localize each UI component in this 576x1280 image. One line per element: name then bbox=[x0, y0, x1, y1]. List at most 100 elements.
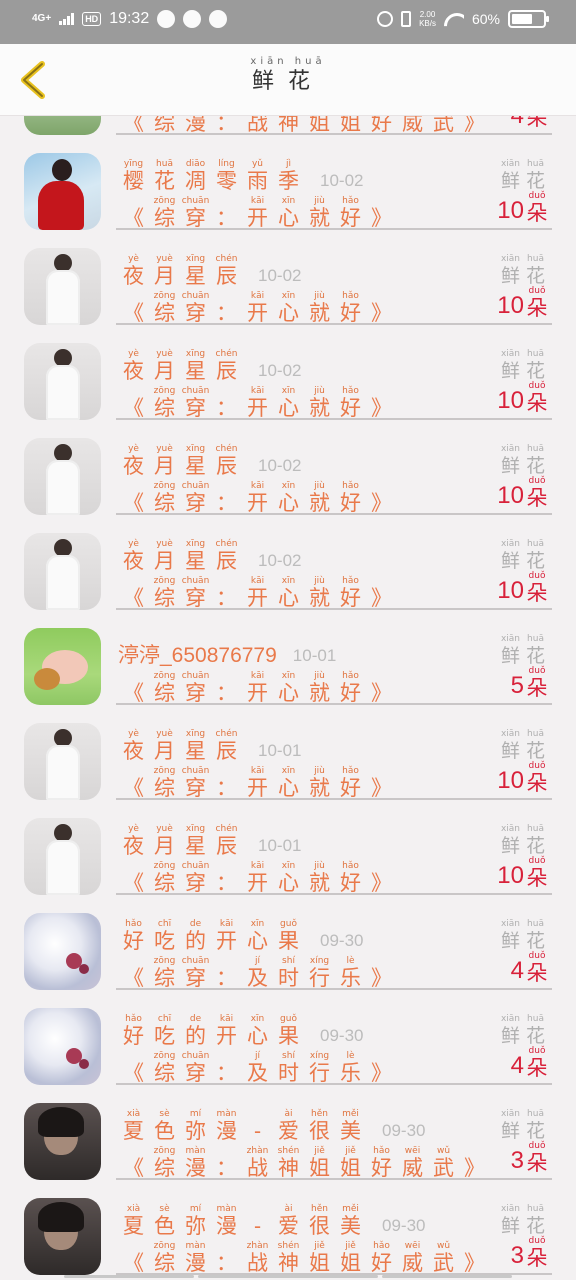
flower-record-list[interactable]: 《zōng综màn漫：zhàn战shén神jiě姐jiě姐hǎo好wēi威wǔ武… bbox=[0, 116, 576, 1280]
flower-label-char: huā 花 bbox=[523, 729, 548, 763]
sender-name-char: líng 零 bbox=[211, 159, 242, 193]
sender-name-char: chén 辰 bbox=[211, 729, 242, 763]
sender-name-pinyin: sè bbox=[159, 1109, 170, 1119]
book-title-pinyin: chuān bbox=[181, 861, 210, 871]
flower-unit-hanzi: 朵 bbox=[526, 391, 548, 415]
sender-name-pinyin: yuè bbox=[156, 824, 173, 834]
list-item[interactable]: yè 夜 yuè 月 xīng 星 chén 辰 10-02 《 zōng 综 chuān 穿： kāi 开 x… bbox=[0, 325, 576, 420]
avatar[interactable] bbox=[24, 248, 101, 325]
book-title-hanzi: 》 bbox=[371, 586, 392, 610]
flower-label-hanzi: 鲜 bbox=[500, 550, 520, 572]
list-item[interactable]: 渟渟_650876779 10-01 《 zōng 综 chuān 穿： kāi 开 xīn 心 ji… bbox=[0, 610, 576, 705]
avatar[interactable] bbox=[24, 628, 101, 705]
list-item[interactable]: yè 夜 yuè 月 xīng 星 chén 辰 10-01 《 zōng 综 chuān 穿： kāi 开 x… bbox=[0, 705, 576, 800]
book-title[interactable]: 《 zōng 综 chuān 穿： kāi 开 xīn 心 jiù 就 hǎo 好》 bbox=[118, 576, 397, 610]
avatar[interactable] bbox=[24, 723, 101, 800]
sender-name-char: huā 花 bbox=[149, 159, 180, 193]
book-title-pinyin: kāi bbox=[250, 481, 265, 491]
book-title-hanzi: 心 bbox=[278, 396, 299, 420]
list-item[interactable]: xià 夏 sè 色 mí 弥 màn 漫 - ài 爱 hěn 很 měi 美 09-30 《 zōng 综 màn… bbox=[0, 1180, 576, 1275]
book-title[interactable]: 《 zōng 综 chuān 穿： kāi 开 xīn 心 jiù 就 hǎo 好》 bbox=[118, 196, 397, 230]
avatar[interactable] bbox=[24, 818, 101, 895]
book-title[interactable]: 《 zōng 综 chuān 穿： kāi 开 xīn 心 jiù 就 hǎo 好》 bbox=[118, 766, 397, 800]
battery-fill bbox=[512, 14, 533, 24]
sender-name-char: yuè 月 bbox=[149, 444, 180, 478]
list-item[interactable]: yè 夜 yuè 月 xīng 星 chén 辰 10-01 《 zōng 综 chuān 穿： kāi 开 x… bbox=[0, 800, 576, 895]
list-item[interactable]: hǎo 好 chī 吃 de 的 kāi 开 xīn 心 guǒ 果 09-30 《 zōng 综 chuān 穿… bbox=[0, 895, 576, 990]
sender-line: yīng 樱 huā 花 diāo 凋 líng 零 yǔ 雨 jì 季 10-02 bbox=[118, 159, 363, 193]
sender-name-pinyin: yuè bbox=[156, 254, 173, 264]
sender-name-char: xīng 星 bbox=[180, 729, 211, 763]
avatar[interactable] bbox=[24, 116, 101, 135]
book-title-hanzi: 《 bbox=[123, 206, 144, 230]
book-title-char: jiù 就 bbox=[304, 576, 335, 610]
list-item[interactable]: xià 夏 sè 色 mí 弥 màn 漫 - ài 爱 hěn 很 měi 美 09-30 《 zōng 综 màn… bbox=[0, 1085, 576, 1180]
book-title-hanzi: 综 bbox=[154, 1061, 175, 1085]
book-title[interactable]: 《 zōng 综 chuān 穿： kāi 开 xīn 心 jiù 就 hǎo 好》 bbox=[118, 291, 397, 325]
book-title-hanzi: 》 bbox=[464, 1156, 485, 1180]
sender-name-hanzi: 果 bbox=[278, 1024, 299, 1048]
page-title: xiān huā 鲜花 bbox=[0, 56, 576, 96]
flower-unit-pinyin: duǒ bbox=[528, 761, 546, 771]
list-item[interactable]: 《zōng综màn漫：zhàn战shén神jiě姐jiě姐hǎo好wēi威wǔ武… bbox=[0, 116, 576, 135]
sender-name-char: kāi 开 bbox=[211, 1014, 242, 1048]
sender-name-pinyin: chén bbox=[215, 444, 238, 454]
flower-unit-hanzi: 朵 bbox=[526, 116, 548, 130]
alarm-icon bbox=[377, 11, 394, 27]
book-title-char: 《 bbox=[118, 671, 149, 705]
book-title-pinyin: jiù bbox=[314, 861, 325, 871]
sender-name-pinyin: yè bbox=[128, 349, 139, 359]
book-title-pinyin: lè bbox=[346, 1051, 355, 1061]
list-item[interactable]: yè 夜 yuè 月 xīng 星 chén 辰 10-02 《 zōng 综 chuān 穿： kāi 开 x… bbox=[0, 515, 576, 610]
send-date: 10-01 bbox=[258, 741, 302, 760]
book-title[interactable]: 《zōng综màn漫：zhàn战shén神jiě姐jiě姐hǎo好wēi威wǔ武… bbox=[118, 1146, 490, 1180]
sender-name-char: kāi 开 bbox=[211, 919, 242, 953]
book-title-pinyin: zōng bbox=[153, 671, 176, 681]
book-title[interactable]: 《 zōng 综 chuān 穿： kāi 开 xīn 心 jiù 就 hǎo 好》 bbox=[118, 386, 397, 420]
send-date: 09-30 bbox=[382, 1121, 426, 1140]
book-title[interactable]: 《 zōng 综 chuān 穿： kāi 开 xīn 心 jiù 就 hǎo 好》 bbox=[118, 481, 397, 515]
avatar[interactable] bbox=[24, 343, 101, 420]
avatar[interactable] bbox=[24, 533, 101, 610]
list-item[interactable]: yè 夜 yuè 月 xīng 星 chén 辰 10-02 《 zōng 综 chuān 穿： kāi 开 x… bbox=[0, 420, 576, 515]
book-title[interactable]: 《 zōng 综 chuān 穿： kāi 开 xīn 心 jiù 就 hǎo 好》 bbox=[118, 861, 397, 895]
sender-name-hanzi: 心 bbox=[247, 1024, 268, 1048]
book-title[interactable]: 《zōng综màn漫：zhàn战shén神jiě姐jiě姐hǎo好wēi威wǔ武… bbox=[118, 1241, 490, 1275]
list-item[interactable]: hǎo 好 chī 吃 de 的 kāi 开 xīn 心 guǒ 果 09-30 《 zōng 综 chuān 穿… bbox=[0, 990, 576, 1085]
book-title[interactable]: 《 zōng 综 chuān 穿： jí 及 shí 时 xíng 行 lè 乐》 bbox=[118, 956, 397, 990]
sender-line: xià 夏 sè 色 mí 弥 màn 漫 - ài 爱 hěn 很 měi 美 09-30 bbox=[118, 1204, 425, 1238]
book-title-hanzi: 好 bbox=[340, 206, 361, 230]
book-title-hanzi: 心 bbox=[278, 871, 299, 895]
flower-label: xiān 鲜 huā 花 bbox=[498, 1109, 548, 1143]
avatar[interactable] bbox=[24, 153, 101, 230]
avatar[interactable] bbox=[24, 913, 101, 990]
send-date: 10-02 bbox=[258, 456, 302, 475]
book-title[interactable]: 《 zōng 综 chuān 穿： jí 及 shí 时 xíng 行 lè 乐》 bbox=[118, 1051, 397, 1085]
avatar[interactable] bbox=[24, 1198, 101, 1275]
avatar[interactable] bbox=[24, 1103, 101, 1180]
flower-label-pinyin: huā bbox=[527, 254, 544, 264]
book-title-hanzi: 《 bbox=[123, 586, 144, 610]
book-title-pinyin: zhàn bbox=[246, 1241, 269, 1251]
flower-label-hanzi: 花 bbox=[525, 645, 545, 667]
sender-name-char: chén 辰 bbox=[211, 349, 242, 383]
book-title-pinyin: chuān bbox=[181, 671, 210, 681]
book-title-pinyin: zōng bbox=[153, 576, 176, 586]
list-item[interactable]: yè 夜 yuè 月 xīng 星 chén 辰 10-02 《 zōng 综 chuān 穿： kāi 开 x… bbox=[0, 230, 576, 325]
book-title-hanzi: 《 bbox=[123, 491, 144, 515]
book-title-char: jiù 就 bbox=[304, 196, 335, 230]
sender-name-hanzi: 漫 bbox=[216, 1214, 237, 1238]
sender-name-char: hǎo 好 bbox=[118, 919, 149, 953]
book-title-char: 》 bbox=[366, 1051, 397, 1085]
book-title-char: ： bbox=[211, 1146, 242, 1180]
book-title-hanzi: 开 bbox=[247, 776, 268, 800]
book-title-char: shén神 bbox=[273, 1241, 304, 1275]
book-title-char: jiě姐 bbox=[335, 1241, 366, 1275]
list-item[interactable]: yīng 樱 huā 花 diāo 凋 líng 零 yǔ 雨 jì 季 10-02 《 zōng 综 chuā… bbox=[0, 135, 576, 230]
avatar[interactable] bbox=[24, 438, 101, 515]
book-title-pinyin: zōng bbox=[153, 956, 176, 966]
flower-label: xiān 鲜 huā 花 bbox=[498, 444, 548, 478]
avatar[interactable] bbox=[24, 1008, 101, 1085]
book-title[interactable]: 《 zōng 综 chuān 穿： kāi 开 xīn 心 jiù 就 hǎo 好》 bbox=[118, 671, 397, 705]
sender-line: xià 夏 sè 色 mí 弥 màn 漫 - ài 爱 hěn 很 měi 美 09-30 bbox=[118, 1109, 425, 1143]
